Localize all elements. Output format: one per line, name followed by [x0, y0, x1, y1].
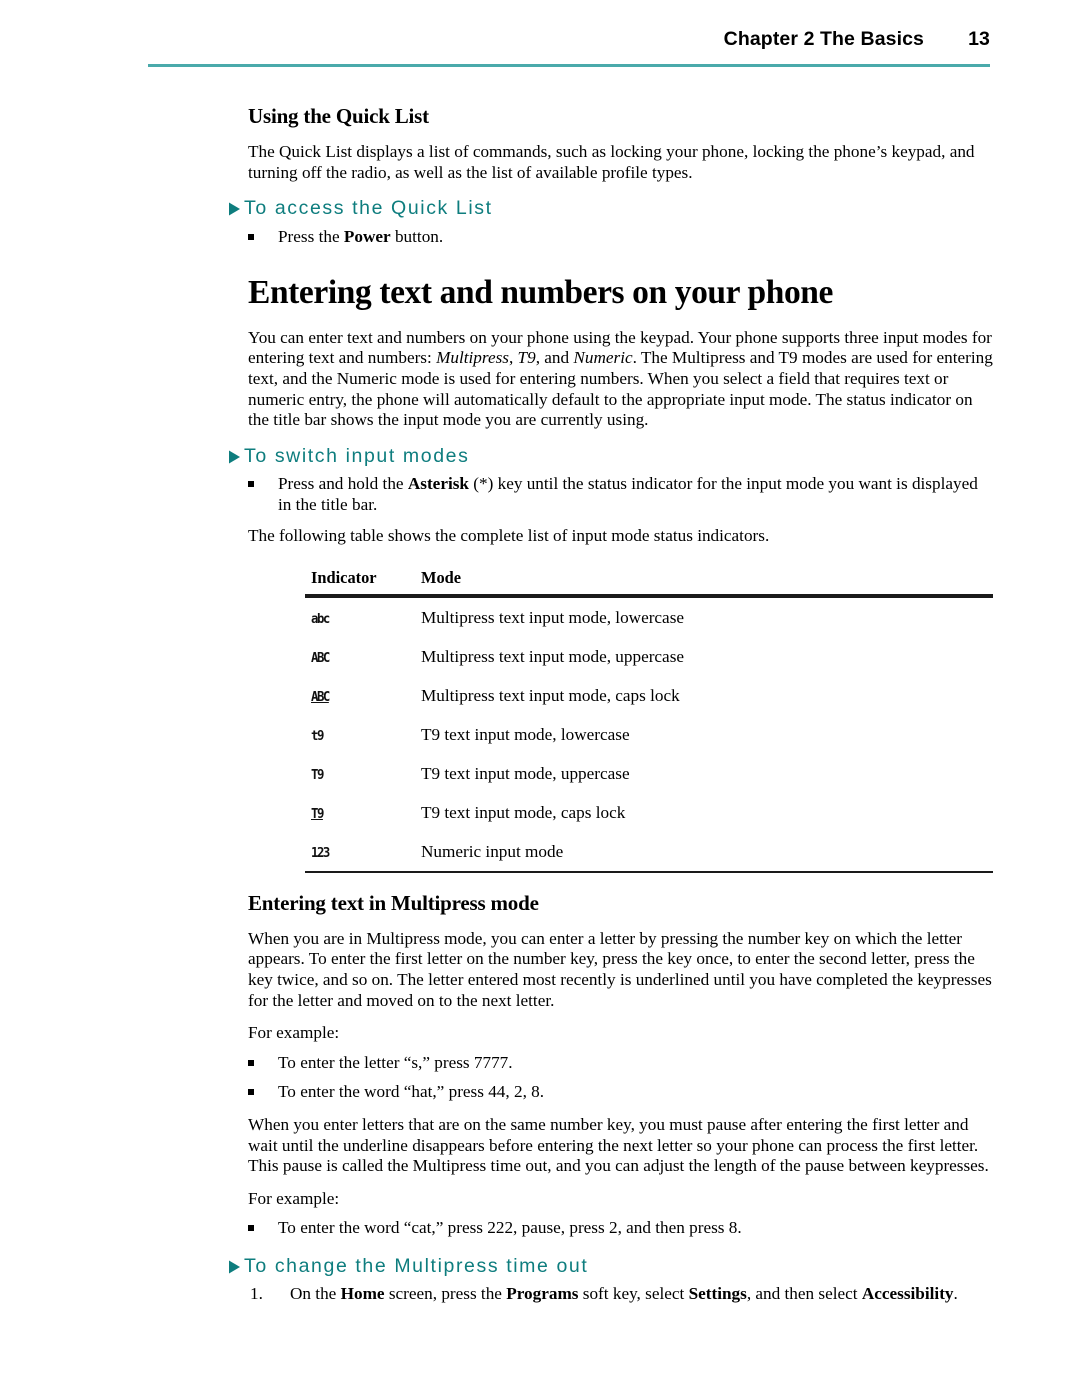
multipress-paragraph-2: When you enter letters that are on the s… — [248, 1115, 989, 1176]
list-item: To enter the word “hat,” press 44, 2, 8. — [248, 1082, 993, 1103]
step-bold-accessibility: Accessibility — [861, 1284, 954, 1304]
cell-mode: Multipress text input mode, caps lock — [421, 685, 680, 705]
input-mode-indicator-table: Indicator Mode abc Multipress text input … — [305, 560, 993, 873]
section-title-quick-list: Using the Quick List — [248, 104, 429, 128]
table-row: t9 T9 text input mode, lowercase — [305, 715, 993, 754]
cell-indicator: T9 — [305, 793, 421, 832]
bullet-text-bold: Power — [343, 226, 391, 246]
bullet-text-post: button. — [390, 226, 444, 246]
intro-italic-multipress: Multipress — [436, 348, 509, 368]
for-example-label-2: For example: — [248, 1188, 340, 1208]
triangle-marker-icon — [228, 450, 244, 464]
step-part-c: soft key, select — [578, 1284, 689, 1304]
list-item: To enter the letter “s,” press 7777. — [248, 1053, 993, 1074]
multipress-paragraph-1: When you are in Multipress mode, you can… — [248, 928, 992, 1010]
header-divider-rule — [148, 64, 990, 67]
cell-mode: T9 text input mode, uppercase — [421, 763, 630, 783]
intro-italic-numeric: Numeric — [573, 348, 633, 368]
table-row: T9 T9 text input mode, caps lock — [305, 793, 993, 832]
input-mode-indicator-glyph: ABC — [311, 650, 330, 666]
cell-indicator: abc — [305, 597, 421, 637]
procedure-heading-change-timeout: To change the Multipress time out — [228, 1255, 993, 1277]
cell-mode: Multipress text input mode, uppercase — [421, 646, 685, 666]
triangle-marker-icon — [228, 202, 244, 216]
table-row: 123 Numeric input mode — [305, 831, 993, 873]
change-timeout-steps: 1. On the Home screen, press the Programs… — [248, 1284, 993, 1305]
table-body: abc Multipress text input mode, lowercase… — [305, 597, 993, 873]
procedure-heading-access-quick-list: To access the Quick List — [228, 197, 993, 219]
step-bold-programs: Programs — [506, 1284, 579, 1304]
step-number: 1. — [250, 1284, 263, 1304]
bullet-text-bold: Asterisk — [407, 474, 469, 494]
column-header-indicator: Indicator — [305, 560, 421, 596]
square-bullet-icon — [248, 233, 254, 240]
table-row: T9 T9 text input mode, uppercase — [305, 754, 993, 793]
bullet-text-pre: Press the — [278, 226, 344, 246]
table-row: abc Multipress text input mode, lowercase — [305, 597, 993, 637]
page-content: Using the Quick List The Quick List disp… — [229, 104, 993, 1305]
step-bold-home: Home — [340, 1284, 385, 1304]
table-row: ABC Multipress text input mode, uppercase — [305, 637, 993, 676]
procedure-heading-label: To change the Multipress time out — [244, 1255, 589, 1278]
square-bullet-icon — [248, 1059, 254, 1066]
square-bullet-icon — [248, 481, 254, 488]
procedure-heading-label: To access the Quick List — [244, 197, 493, 220]
intro-part-c: , and — [535, 348, 574, 368]
header-chapter-title: Chapter 2 The Basics — [723, 28, 924, 50]
cell-mode: T9 text input mode, lowercase — [421, 724, 630, 744]
step-part-d: , and then select — [746, 1284, 862, 1304]
switch-input-modes-bullets: Press and hold the Asterisk (*) key unti… — [248, 474, 993, 515]
step-bold-settings: Settings — [688, 1284, 747, 1304]
square-bullet-icon — [248, 1089, 254, 1096]
bullet-text-pre: Press and hold the — [278, 474, 408, 494]
header-page-number: 13 — [968, 28, 990, 50]
list-item: To enter the word “cat,” press 222, paus… — [248, 1218, 993, 1239]
multipress-examples-2: To enter the word “cat,” press 222, paus… — [248, 1218, 993, 1239]
input-mode-indicator-glyph: t9 — [311, 728, 324, 744]
cell-indicator: 123 — [305, 831, 421, 873]
for-example-label-1: For example: — [248, 1023, 340, 1043]
column-header-mode: Mode — [421, 560, 993, 596]
input-mode-indicator-glyph: T9 — [311, 767, 324, 783]
table-row: ABC Multipress text input mode, caps lock — [305, 676, 993, 715]
multipress-examples-1: To enter the letter “s,” press 7777. To e… — [248, 1053, 993, 1103]
cell-mode: Numeric input mode — [421, 831, 993, 873]
step-part-e: . — [953, 1284, 958, 1304]
list-item: 1. On the Home screen, press the Programs… — [248, 1284, 993, 1305]
cell-indicator: T9 — [305, 754, 421, 793]
step-part-b: screen, press the — [384, 1284, 507, 1304]
square-bullet-icon — [248, 1225, 254, 1232]
document-page: Chapter 2 The Basics 13 Using the Quick … — [0, 0, 1080, 1397]
table-intro-paragraph: The following table shows the complete l… — [248, 526, 770, 546]
quick-list-paragraph: The Quick List displays a list of comman… — [248, 142, 975, 182]
list-item: Press and hold the Asterisk (*) key unti… — [248, 474, 993, 515]
quick-list-bullets: Press the Power button. — [248, 227, 993, 248]
cell-indicator: ABC — [305, 637, 421, 676]
input-mode-indicator-glyph: abc — [311, 611, 330, 627]
cell-indicator: t9 — [305, 715, 421, 754]
triangle-marker-icon — [228, 1260, 244, 1274]
cell-mode: Multipress text input mode, lowercase — [421, 607, 685, 627]
step-part-a: On the — [290, 1284, 341, 1304]
list-item: Press the Power button. — [248, 227, 993, 248]
running-header: Chapter 2 The Basics 13 — [148, 28, 990, 62]
section-title-multipress: Entering text in Multipress mode — [248, 890, 539, 915]
input-mode-indicator-glyph: 123 — [311, 845, 330, 861]
page-title: Entering text and numbers on your phone — [248, 274, 834, 312]
intro-italic-t9: T9 — [517, 348, 536, 368]
procedure-heading-switch-input-modes: To switch input modes — [228, 445, 993, 467]
input-mode-indicator-glyph: ABC — [311, 689, 330, 705]
cell-indicator: ABC — [305, 676, 421, 715]
input-mode-indicator-glyph: T9 — [311, 806, 324, 822]
table-header-row: Indicator Mode — [305, 560, 993, 596]
entering-text-intro-paragraph: You can enter text and numbers on your p… — [248, 328, 993, 431]
cell-mode: T9 text input mode, caps lock — [421, 802, 626, 822]
intro-part-b: , — [508, 348, 518, 368]
procedure-heading-label: To switch input modes — [244, 444, 470, 467]
indicator-table-wrapper: Indicator Mode abc Multipress text input … — [305, 560, 993, 873]
